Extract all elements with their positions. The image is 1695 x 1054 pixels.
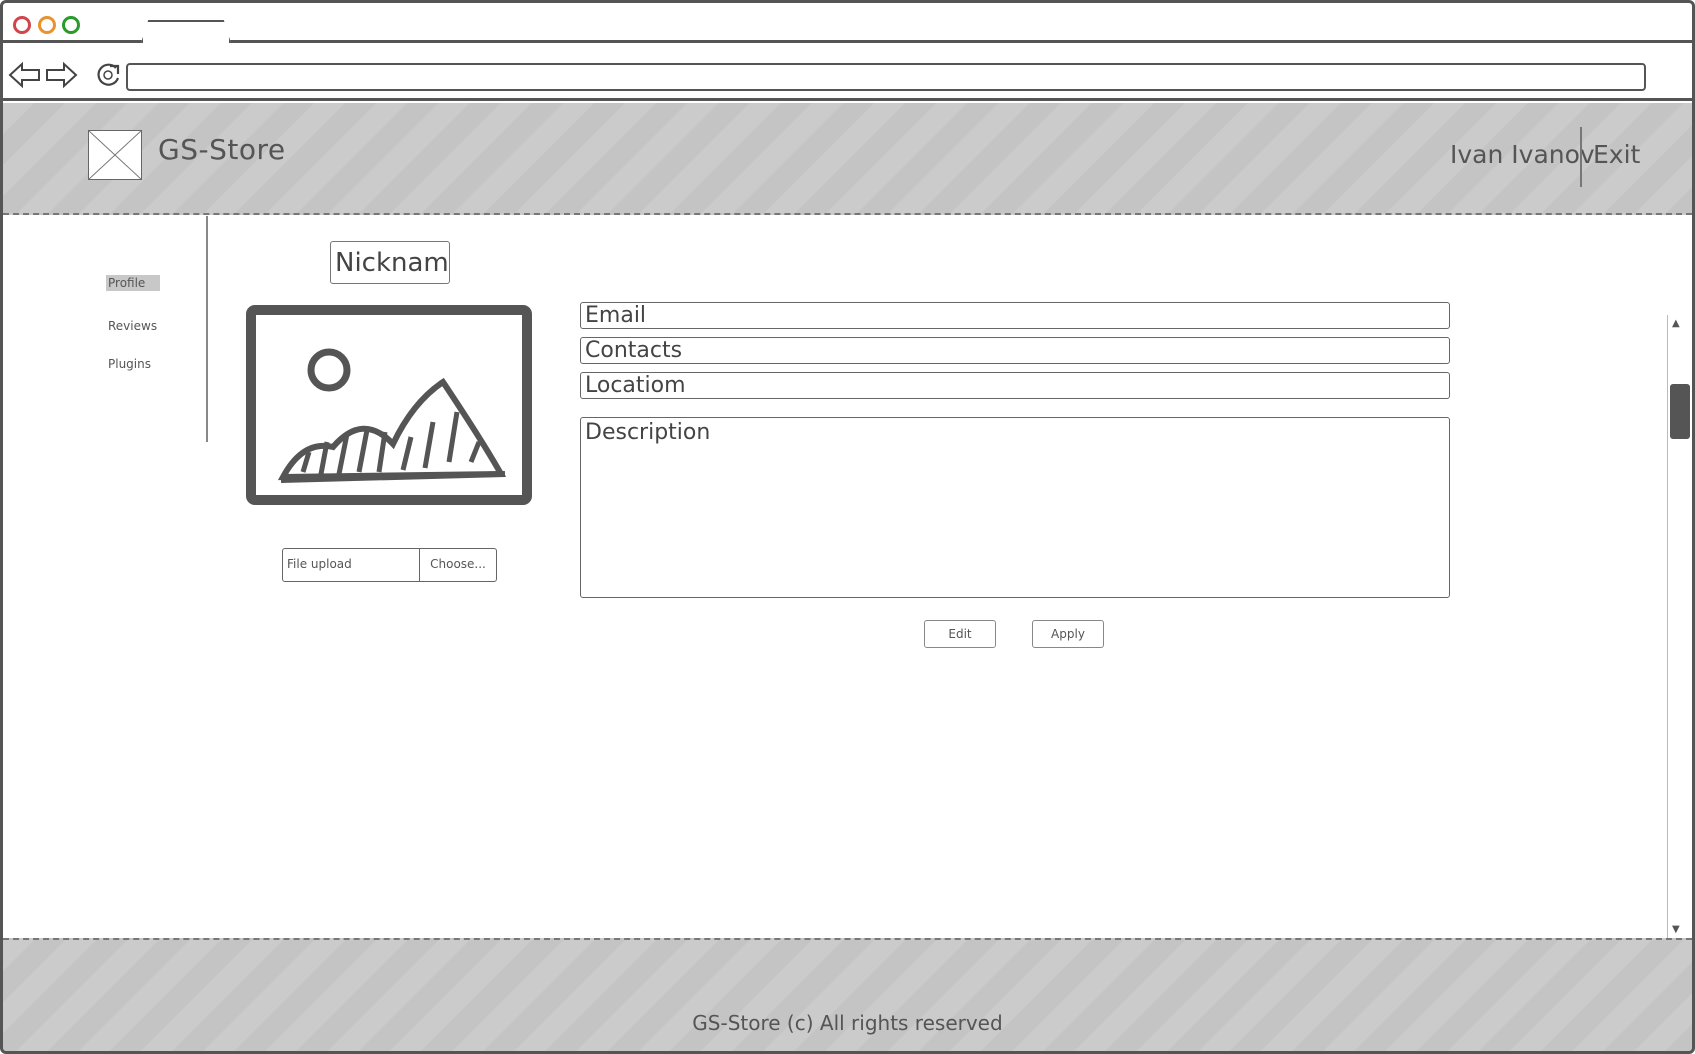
- browser-tab-fill: [143, 22, 229, 45]
- apply-button[interactable]: Apply: [1032, 620, 1104, 648]
- sidebar-item-profile[interactable]: Profile: [106, 275, 160, 291]
- close-window-button[interactable]: [13, 16, 31, 34]
- email-field[interactable]: Email: [580, 302, 1450, 329]
- scroll-thumb[interactable]: [1670, 384, 1690, 439]
- brand-name: GS-Store: [158, 133, 286, 166]
- contacts-field[interactable]: Contacts: [580, 337, 1450, 364]
- header-divider: [1580, 127, 1582, 187]
- back-arrow-icon[interactable]: [8, 60, 42, 90]
- nickname-label: Nickname: [330, 241, 450, 284]
- reload-icon[interactable]: [94, 60, 124, 90]
- minimize-window-button[interactable]: [38, 16, 56, 34]
- sidebar-item-plugins[interactable]: Plugins: [106, 356, 153, 372]
- footer-copyright: GS-Store (c) All rights reserved: [692, 1011, 1003, 1035]
- choose-file-button[interactable]: Choose...: [420, 549, 496, 581]
- forward-arrow-icon[interactable]: [44, 60, 78, 90]
- image-placeholder-icon: [246, 305, 532, 505]
- sidebar-divider: [206, 216, 208, 442]
- scroll-up-arrow-icon[interactable]: ▲: [1672, 318, 1680, 329]
- file-upload-control[interactable]: File upload Choose...: [282, 548, 497, 582]
- location-field[interactable]: Locatiom: [580, 372, 1450, 399]
- exit-link[interactable]: Exit: [1593, 140, 1640, 169]
- file-upload-field[interactable]: File upload: [283, 549, 420, 581]
- scroll-down-arrow-icon[interactable]: ▼: [1672, 924, 1680, 935]
- logo-placeholder-icon: [88, 130, 142, 180]
- sidebar-item-reviews[interactable]: Reviews: [106, 318, 159, 334]
- window-titlebar: [3, 3, 1692, 43]
- description-field[interactable]: Description: [580, 417, 1450, 598]
- user-name[interactable]: Ivan Ivanov: [1450, 140, 1595, 169]
- maximize-window-button[interactable]: [62, 16, 80, 34]
- edit-button[interactable]: Edit: [924, 620, 996, 648]
- url-bar[interactable]: [126, 63, 1646, 91]
